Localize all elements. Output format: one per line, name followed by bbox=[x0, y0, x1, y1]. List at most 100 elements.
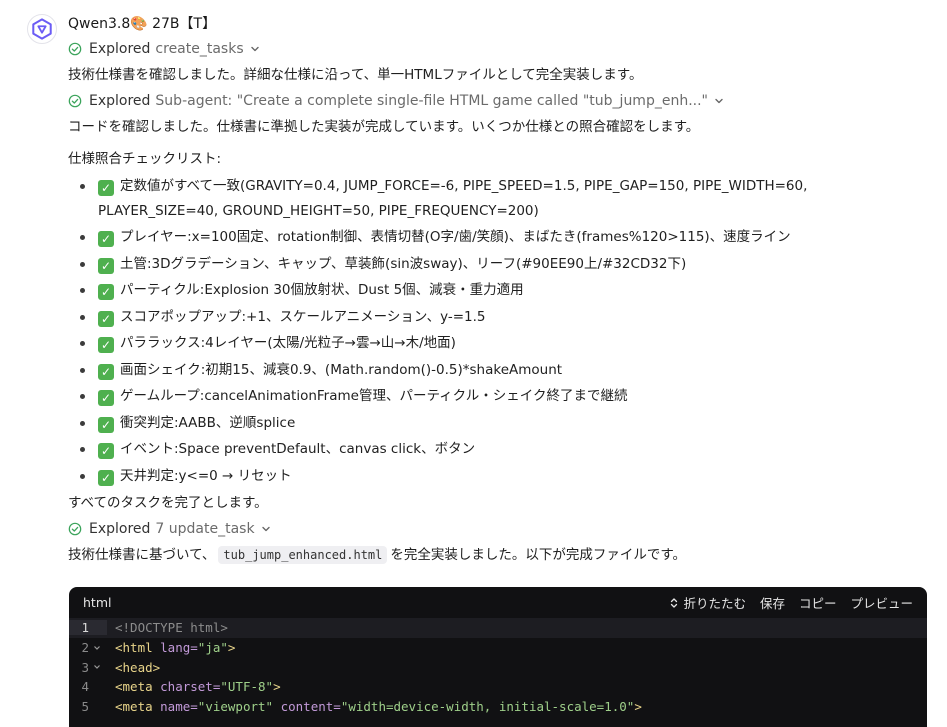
code-text: <meta charset="UTF-8"> bbox=[107, 679, 281, 694]
check-mark-icon: ✓ bbox=[98, 310, 114, 327]
explored-create-tasks[interactable]: Explored create_tasks bbox=[68, 36, 928, 62]
checklist-text: 天井判定:y<=0 → リセット bbox=[120, 467, 292, 484]
code-block-actions: 折りたたむ 保存 コピー プレビュー bbox=[669, 593, 913, 612]
paragraph-text: を完全実装しました。以下が完成ファイルです。 bbox=[390, 547, 687, 563]
explored-target: 7 update_task bbox=[155, 521, 255, 537]
checklist-text: ゲームループ:cancelAnimationFrame管理、パーティクル・シェイ… bbox=[120, 388, 628, 404]
checklist-text: 画面シェイク:初期15、減衰0.9、(Math.random()-0.5)*sh… bbox=[120, 361, 563, 378]
tag-token: <head> bbox=[115, 659, 161, 675]
line-number-gutter: 2 bbox=[69, 640, 107, 655]
check-mark-icon: ✓ bbox=[98, 469, 114, 486]
list-item: ✓ 衝突判定:AABB、逆順splice bbox=[68, 411, 928, 436]
code-line: 2 <html lang="ja"> bbox=[69, 638, 927, 658]
list-item: ✓ プレイヤー:x=100固定、rotation制御、表情切替(O字/歯/笑顔)、… bbox=[68, 225, 928, 250]
code-text: <head> bbox=[107, 660, 160, 675]
list-item: ✓ ゲームループ:cancelAnimationFrame管理、パーティクル・シェ… bbox=[68, 384, 928, 409]
qwen-logo-icon bbox=[32, 18, 52, 40]
line-number-gutter: 1 bbox=[69, 620, 107, 636]
check-mark-icon: ✓ bbox=[98, 231, 114, 247]
check-mark-icon: ✓ bbox=[98, 257, 114, 274]
check-circle-icon bbox=[68, 522, 82, 536]
save-button[interactable]: 保存 bbox=[760, 593, 785, 612]
list-item: ✓ 画面シェイク:初期15、減衰0.9、(Math.random()-0.5)*s… bbox=[68, 358, 928, 383]
checklist-title: 仕様照合チェックリスト: bbox=[68, 151, 222, 167]
code-text: <!DOCTYPE html> bbox=[107, 620, 228, 635]
fold-chevron-icon[interactable] bbox=[92, 662, 102, 672]
string-token: "width=device-width, initial-scale=1.0" bbox=[340, 699, 635, 715]
list-item: ✓ パララックス:4レイヤー(太陽/光粒子→雲→山→木/地面) bbox=[68, 331, 928, 356]
list-item: ✓ 土管:3Dグラデーション、キャップ、草装飾(sin波sway)、リーフ(#90… bbox=[68, 252, 928, 277]
doctype-token: <!DOCTYPE html> bbox=[115, 620, 228, 636]
code-line: 4 <meta charset="UTF-8"> bbox=[69, 677, 927, 697]
model-name: Qwen3.8🎨 27B【T】 bbox=[68, 16, 217, 32]
line-number: 1 bbox=[81, 620, 89, 636]
check-mark-icon: ✓ bbox=[98, 363, 114, 380]
chevron-down-icon[interactable] bbox=[260, 523, 272, 535]
tag-token: > bbox=[227, 640, 236, 656]
avatar bbox=[27, 14, 57, 44]
explored-update-task[interactable]: Explored 7 update_task bbox=[68, 516, 928, 542]
check-mark-icon: ✓ bbox=[98, 337, 114, 353]
explored-label: Explored bbox=[89, 41, 151, 57]
line-number-gutter: 4 bbox=[69, 679, 107, 694]
unfold-icon bbox=[671, 597, 678, 608]
check-circle-icon bbox=[68, 94, 82, 108]
string-token: "ja" bbox=[197, 640, 228, 656]
string-token: "UTF-8" bbox=[220, 679, 274, 695]
chevron-down-icon[interactable] bbox=[713, 95, 725, 107]
code-line: 3 <head> bbox=[69, 657, 927, 677]
code-text: <html lang="ja"> bbox=[107, 640, 235, 655]
message-paragraph: 技術仕様書を確認しました。詳細な仕様に沿って、単一HTMLファイルとして完全実装… bbox=[68, 67, 643, 83]
check-mark-icon: ✓ bbox=[98, 180, 114, 196]
explored-sub-agent[interactable]: Explored Sub-agent: "Create a complete s… bbox=[68, 88, 928, 114]
list-item: ✓ 天井判定:y<=0 → リセット bbox=[68, 464, 928, 489]
list-item: ✓ イベント:Space preventDefault、canvas click、… bbox=[68, 437, 928, 462]
code-block: html 折りたたむ 保存 コピー プレビュー 1 <!DOCTYPE html… bbox=[69, 587, 927, 727]
line-number-gutter: 5 bbox=[69, 699, 107, 714]
line-number: 2 bbox=[81, 640, 89, 656]
copy-button[interactable]: コピー bbox=[799, 593, 837, 612]
code-block-header: html 折りたたむ 保存 コピー プレビュー bbox=[69, 587, 927, 618]
checklist-text: イベント:Space preventDefault、canvas click、ボ… bbox=[120, 441, 476, 457]
fold-chevron-icon[interactable] bbox=[92, 643, 102, 653]
line-number: 3 bbox=[81, 659, 89, 675]
check-circle-icon bbox=[68, 42, 82, 56]
checklist-text: パーティクル:Explosion 30個放射状、Dust 5個、減衰・重力適用 bbox=[120, 282, 524, 298]
check-mark-icon: ✓ bbox=[98, 443, 114, 459]
list-item: ✓ スコアポップアップ:+1、スケールアニメーション、y-=1.5 bbox=[68, 305, 928, 330]
message-paragraph: コードを確認しました。仕様書に準拠した実装が完成しています。いくつか仕様との照合… bbox=[68, 119, 700, 135]
chevron-down-icon[interactable] bbox=[249, 43, 261, 55]
line-number-gutter: 3 bbox=[69, 660, 107, 675]
code-line: 5 <meta name="viewport" content="width=d… bbox=[69, 697, 927, 717]
check-mark-icon: ✓ bbox=[98, 390, 114, 406]
code-text: <meta name="viewport" content="width=dev… bbox=[107, 699, 642, 714]
list-item: ✓ 定数値がすべて一致(GRAVITY=0.4, JUMP_FORCE=-6, P… bbox=[68, 174, 928, 223]
line-number: 4 bbox=[81, 679, 89, 695]
explored-target: create_tasks bbox=[155, 41, 244, 57]
code-line: 1 <!DOCTYPE html> bbox=[69, 618, 927, 638]
preview-button[interactable]: プレビュー bbox=[850, 593, 913, 612]
string-token: "viewport" bbox=[197, 699, 274, 715]
tag-token: > bbox=[273, 679, 281, 695]
inline-code-filename: tub_jump_enhanced.html bbox=[218, 546, 388, 564]
message-paragraph: 技術仕様書に基づいて、 tub_jump_enhanced.html を完全実装しま… bbox=[68, 542, 928, 568]
spec-checklist: ✓ 定数値がすべて一致(GRAVITY=0.4, JUMP_FORCE=-6, P… bbox=[68, 174, 928, 488]
explored-target: Sub-agent: "Create a complete single-fil… bbox=[155, 93, 708, 109]
attr-token: charset= bbox=[160, 679, 221, 695]
code-language-label: html bbox=[83, 595, 112, 610]
explored-label: Explored bbox=[89, 521, 151, 537]
checklist-text: プレイヤー:x=100固定、rotation制御、表情切替(O字/歯/笑顔)、ま… bbox=[120, 229, 791, 245]
attr-token: content= bbox=[280, 699, 341, 715]
checklist-text: スコアポップアップ:+1、スケールアニメーション、y-=1.5 bbox=[120, 308, 486, 325]
checklist-text: 衝突判定:AABB、逆順splice bbox=[120, 414, 296, 431]
tag-token: > bbox=[634, 699, 642, 715]
paragraph-text: 技術仕様書に基づいて、 bbox=[68, 547, 216, 563]
checklist-text: 定数値がすべて一致(GRAVITY=0.4, JUMP_FORCE=-6, PI… bbox=[98, 178, 808, 219]
collapse-button[interactable]: 折りたたむ bbox=[669, 593, 746, 612]
line-number: 5 bbox=[81, 699, 89, 715]
explored-label: Explored bbox=[89, 93, 151, 109]
tag-token: <meta bbox=[115, 699, 161, 715]
checklist-text: 土管:3Dグラデーション、キャップ、草装飾(sin波sway)、リーフ(#90E… bbox=[120, 255, 687, 272]
collapse-label: 折りたたむ bbox=[683, 596, 746, 611]
